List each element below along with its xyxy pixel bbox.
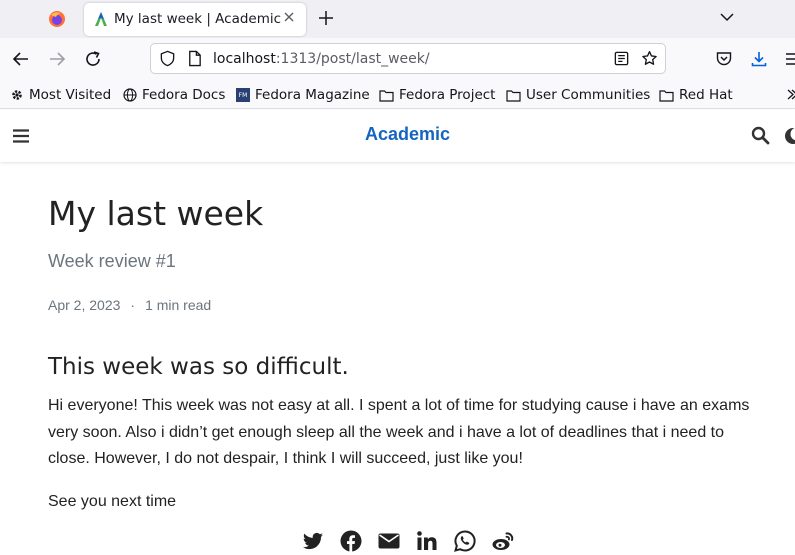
moon-icon[interactable] <box>784 127 795 145</box>
fm-icon: FM <box>236 88 250 102</box>
bookmark-most-visited[interactable]: Most Visited <box>10 86 111 104</box>
reader-view-icon[interactable] <box>613 50 630 67</box>
folder-icon <box>379 89 394 102</box>
academic-favicon-icon <box>95 12 107 26</box>
weibo-icon[interactable] <box>491 529 515 553</box>
bookmark-fedora-project[interactable]: Fedora Project <box>379 86 495 104</box>
navigation-toolbar: localhost:1313/post/last_week/ <box>0 38 795 80</box>
bookmark-label: Fedora Docs <box>142 87 226 103</box>
url-host: localhost <box>213 51 276 67</box>
page-info-icon[interactable] <box>186 50 203 67</box>
post-heading: This week was so difficult. <box>48 354 349 380</box>
bookmark-red-hat[interactable]: Red Hat <box>659 86 733 104</box>
address-bar[interactable]: localhost:1313/post/last_week/ <box>150 43 666 74</box>
search-icon[interactable] <box>751 126 770 145</box>
bookmark-label: Red Hat <box>679 87 733 103</box>
bookmarks-overflow-icon[interactable] <box>786 88 795 101</box>
tab-title: My last week | Academic <box>114 11 282 27</box>
bookmark-fedora-docs[interactable]: Fedora Docs <box>123 86 225 104</box>
downloads-icon[interactable] <box>750 50 768 68</box>
post-subtitle: Week review #1 <box>48 251 176 271</box>
bookmark-label: Fedora Project <box>399 87 496 103</box>
post-paragraph: See you next time <box>48 493 177 510</box>
new-tab-plus-icon[interactable] <box>317 9 335 27</box>
whatsapp-icon[interactable] <box>453 529 477 553</box>
bookmark-label: User Communities <box>526 87 651 103</box>
site-navbar: Academic <box>0 110 795 162</box>
reading-time: 1 min read <box>145 297 212 313</box>
bookmark-user-communities[interactable]: User Communities <box>506 86 650 104</box>
close-tab-icon[interactable] <box>281 9 297 25</box>
gear-icon <box>12 90 22 100</box>
folder-icon <box>506 89 521 102</box>
bookmark-fedora-magazine[interactable]: FM Fedora Magazine <box>236 86 370 104</box>
back-arrow-icon[interactable] <box>12 50 30 68</box>
bookmark-star-icon[interactable] <box>641 50 658 67</box>
chevron-down-icon[interactable] <box>719 9 735 25</box>
twitter-icon[interactable] <box>301 529 325 553</box>
bookmark-label: Most Visited <box>29 87 112 103</box>
post-title: My last week <box>48 194 264 233</box>
bookmarks-toolbar: Most Visited Fedora Docs FM Fedora Magaz… <box>0 80 795 109</box>
meta-separator: · <box>130 297 136 313</box>
bookmark-label: Fedora Magazine <box>255 87 370 103</box>
facebook-icon[interactable] <box>339 529 363 553</box>
menu-icon[interactable] <box>784 50 795 68</box>
browser-tab-active[interactable]: My last week | Academic <box>84 3 306 36</box>
url-text[interactable]: localhost:1313/post/last_week/ <box>213 51 430 67</box>
reload-icon[interactable] <box>84 50 102 68</box>
post-meta: Apr 2, 2023 · 1 min read <box>48 297 211 313</box>
globe-icon <box>123 88 137 102</box>
firefox-view-icon[interactable] <box>47 9 67 29</box>
shield-icon[interactable] <box>159 50 176 67</box>
site-brand[interactable]: Academic <box>0 124 795 145</box>
tab-strip: My last week | Academic <box>0 0 795 38</box>
pocket-icon[interactable] <box>715 50 733 68</box>
post-paragraph: Hi everyone! This week was not easy at a… <box>48 397 750 467</box>
email-icon[interactable] <box>377 529 401 553</box>
linkedin-icon[interactable] <box>415 529 439 553</box>
forward-arrow-icon[interactable] <box>48 50 66 68</box>
post-date: Apr 2, 2023 <box>48 297 121 313</box>
url-path: :1313/post/last_week/ <box>275 51 430 67</box>
svg-text:FM: FM <box>239 92 248 99</box>
folder-icon <box>659 89 674 102</box>
